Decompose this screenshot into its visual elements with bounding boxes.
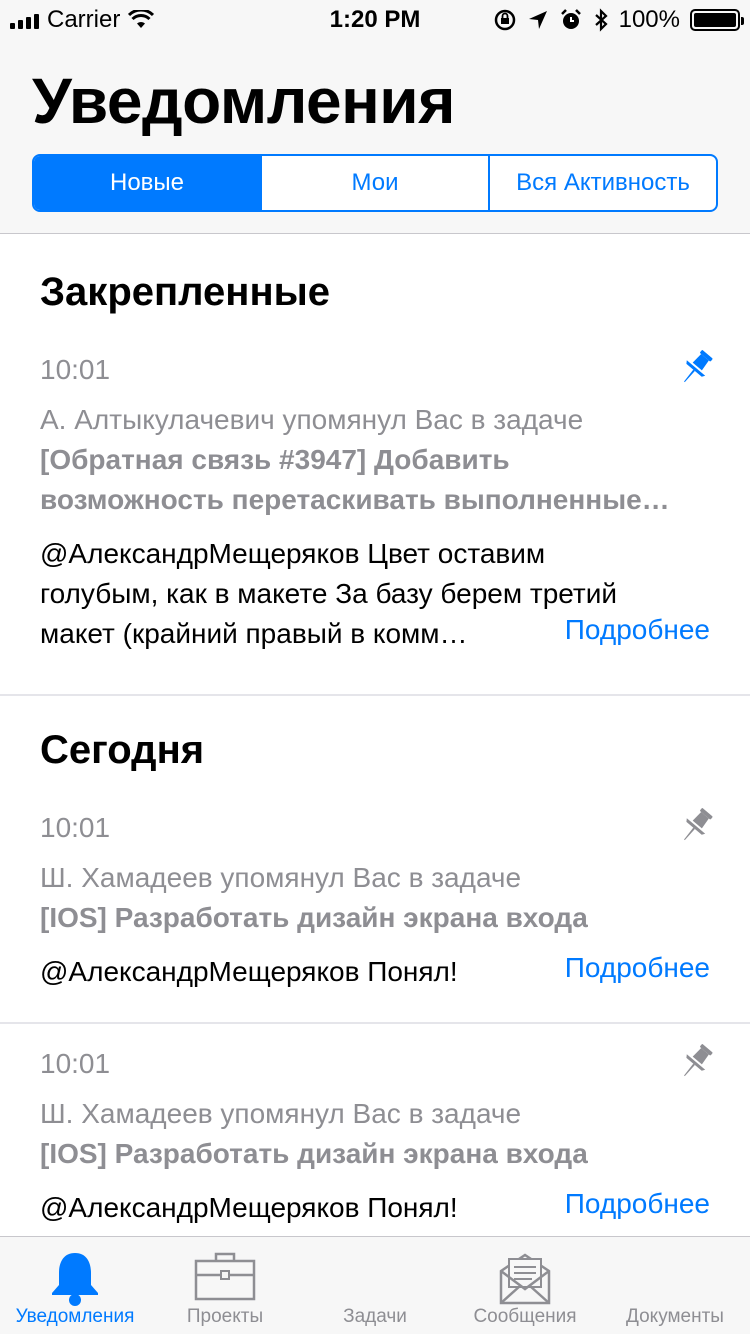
segment-mine[interactable]: Мои xyxy=(260,156,488,210)
rotation-lock-icon xyxy=(494,9,515,31)
battery-icon xyxy=(690,9,744,31)
status-right: 100% xyxy=(493,6,744,34)
notification-time: 10:01 xyxy=(40,354,111,385)
alarm-icon xyxy=(560,9,581,29)
tab-messages[interactable]: Сообщения xyxy=(450,1237,600,1334)
notification-comment-line: голубым, как в макете За базу берем трет… xyxy=(40,578,618,609)
bluetooth-icon xyxy=(594,8,608,32)
notification-mention: Ш. Хамадеев упомянул Вас в задаче xyxy=(40,862,522,893)
tab-notifications[interactable]: Уведомления xyxy=(0,1237,150,1334)
notifications-list[interactable]: Закрепленные 10:01 А. Алтыкулачевич упом… xyxy=(0,234,750,1236)
notification-card[interactable]: 10:01 А. Алтыкулачевич упомянул Вас в за… xyxy=(0,334,750,694)
notification-task-line[interactable]: [IOS] Разработать дизайн экрана входа xyxy=(40,898,712,938)
header: Уведомления Новые Мои Вся Активность xyxy=(0,40,750,234)
notification-card[interactable]: 10:01 Ш. Хамадеев упомянул Вас в задаче … xyxy=(0,1028,750,1236)
section-title-today: Сегодня xyxy=(40,728,205,772)
status-bar: Carrier 1:20 PM 100% xyxy=(0,0,750,40)
battery-percent: 100% xyxy=(618,6,680,33)
section-divider xyxy=(0,694,750,696)
notification-time: 10:01 xyxy=(40,1048,111,1079)
more-link[interactable]: Подробнее xyxy=(534,952,710,984)
briefcase-icon xyxy=(194,1252,256,1301)
pin-icon[interactable] xyxy=(678,348,714,388)
item-divider xyxy=(0,1022,750,1024)
notification-comment-line: @АлександрМещеряков Понял! xyxy=(40,1192,458,1223)
notification-task-line[interactable]: [Обратная связь #3947] Добавить xyxy=(40,440,712,480)
location-icon xyxy=(528,11,547,29)
segment-new[interactable]: Новые xyxy=(34,156,260,210)
notification-task-line[interactable]: возможность перетаскивать выполненные… xyxy=(40,480,712,520)
tab-projects[interactable]: Проекты xyxy=(150,1237,300,1334)
segment-all-activity[interactable]: Вся Активность xyxy=(488,156,716,210)
notification-card[interactable]: 10:01 Ш. Хамадеев упомянул Вас в задаче … xyxy=(0,792,750,1024)
notification-comment-line: макет (крайний правый в комм… xyxy=(40,618,468,649)
bell-icon xyxy=(52,1253,98,1306)
envelope-icon xyxy=(499,1253,551,1305)
more-link[interactable]: Подробнее xyxy=(534,614,710,646)
page-title: Уведомления xyxy=(32,65,455,137)
tab-label: Задачи xyxy=(343,1306,407,1327)
more-link[interactable]: Подробнее xyxy=(534,1188,710,1220)
tab-label: Уведомления xyxy=(15,1306,135,1327)
tab-tasks[interactable]: Задачи xyxy=(300,1237,450,1334)
notification-mention: Ш. Хамадеев упомянул Вас в задаче xyxy=(40,1098,522,1129)
notification-comment-line: @АлександрМещеряков Цвет оставим xyxy=(40,538,546,569)
tab-documents[interactable]: Документы xyxy=(600,1237,750,1334)
notification-task-line[interactable]: [IOS] Разработать дизайн экрана входа xyxy=(40,1134,712,1174)
pin-icon[interactable] xyxy=(678,1042,714,1082)
tab-label: Проекты xyxy=(186,1306,264,1327)
tab-bar: Уведомления Проекты Задачи Сообщения Док… xyxy=(0,1236,750,1334)
tab-label: Сообщения xyxy=(473,1306,577,1327)
section-title-pinned: Закрепленные xyxy=(40,270,331,314)
notification-mention: А. Алтыкулачевич упомянул Вас в задаче xyxy=(40,404,584,435)
pin-icon[interactable] xyxy=(678,806,714,846)
notification-time: 10:01 xyxy=(40,812,111,843)
tab-label: Документы xyxy=(626,1306,724,1327)
notification-comment-line: @АлександрМещеряков Понял! xyxy=(40,956,458,987)
segmented-control: Новые Мои Вся Активность xyxy=(32,154,718,212)
